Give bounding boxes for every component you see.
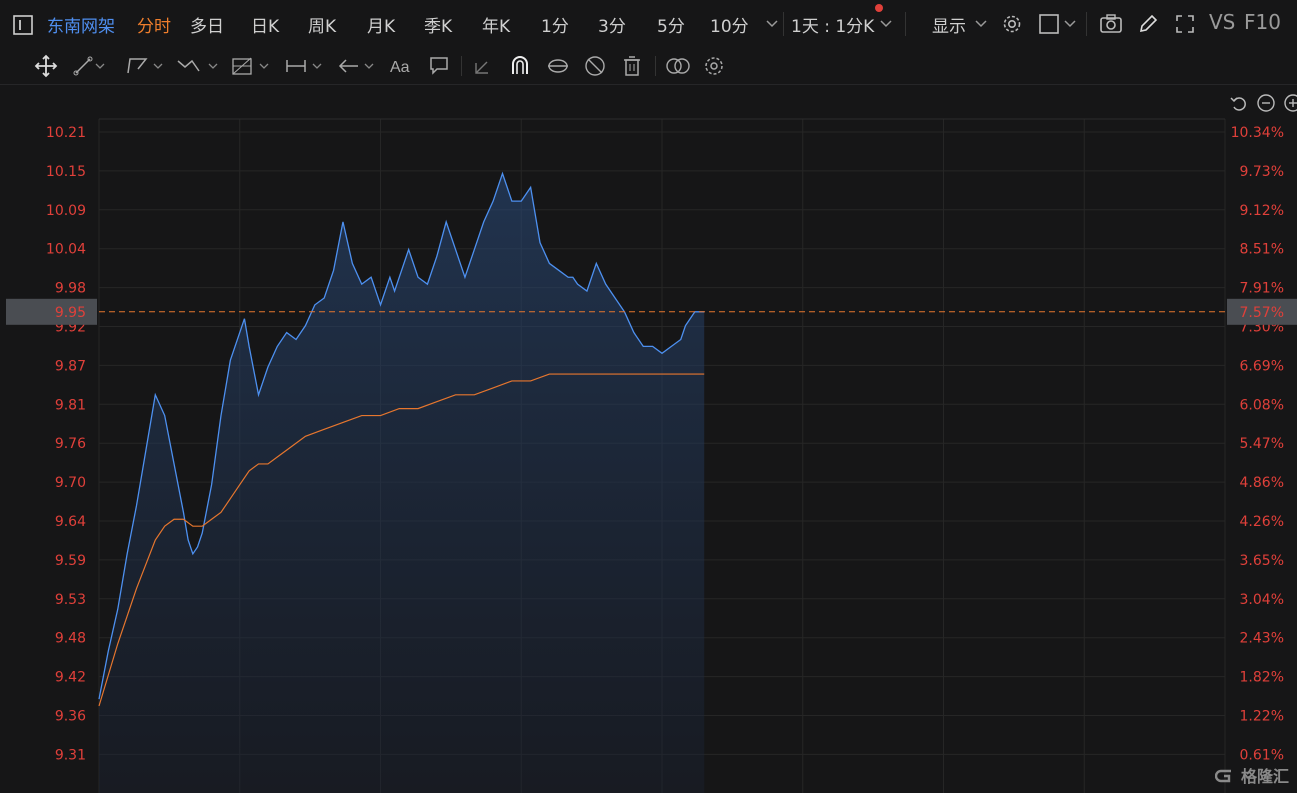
- tab-intraday[interactable]: 分时: [137, 12, 171, 37]
- tab-multiday[interactable]: 多日: [190, 12, 224, 37]
- tab-weekly-k[interactable]: 周K: [308, 12, 336, 37]
- y-tick-label-left: 9.70: [55, 475, 86, 491]
- tab-3min[interactable]: 3分: [598, 12, 626, 37]
- camera-icon[interactable]: [1099, 13, 1123, 35]
- y-tick-label-left: 9.53: [55, 592, 86, 608]
- text-tool-icon[interactable]: Aa: [388, 55, 416, 77]
- angle-tool-icon[interactable]: [472, 55, 494, 77]
- y-tick-label-left: 9.42: [55, 670, 86, 686]
- y-tick-label-right: 8.51%: [1240, 242, 1284, 258]
- y-tick-label-right: 6.08%: [1240, 397, 1284, 413]
- y-tick-label-left: 9.59: [55, 553, 86, 569]
- y-tick-label-left: 9.36: [55, 709, 86, 725]
- chevron-down-icon[interactable]: [879, 18, 893, 30]
- magnet-icon[interactable]: [509, 54, 531, 78]
- chevron-down-icon[interactable]: [1063, 18, 1077, 30]
- drawing-toolbar: Aa: [0, 48, 1297, 85]
- y-tick-label-right: 4.86%: [1240, 475, 1284, 491]
- chart-area[interactable]: 10.21 10.15 10.09 10.04 9.98 9.92 9.87 9.81 9.76…: [0, 85, 1297, 793]
- tab-yearly-k[interactable]: 年K: [482, 12, 510, 37]
- gear-icon[interactable]: [1000, 12, 1024, 36]
- y-tick-label-right: 1.82%: [1240, 670, 1284, 686]
- pencil-icon[interactable]: [1137, 13, 1159, 35]
- compare-icon[interactable]: [664, 55, 692, 77]
- toolbar-divider: [783, 12, 784, 36]
- sidebar-toggle-icon[interactable]: [12, 14, 34, 36]
- chart-settings-gear-icon[interactable]: [702, 54, 726, 78]
- lock-drawings-icon[interactable]: [546, 54, 570, 78]
- y-tick-label-left: 9.98: [55, 281, 86, 297]
- svg-text:Aa: Aa: [390, 59, 410, 76]
- toolbar-divider: [461, 56, 462, 76]
- chevron-down-icon[interactable]: [765, 18, 779, 30]
- watermark-text: 格隆汇: [1240, 767, 1289, 786]
- toolbar-divider: [1086, 12, 1087, 36]
- y-tick-label-left: 9.76: [55, 436, 86, 452]
- crosshair-pct-label: 7.57%: [1240, 305, 1284, 321]
- display-menu[interactable]: 显示: [932, 12, 966, 37]
- y-tick-label-right: 7.91%: [1240, 281, 1284, 297]
- chevron-down-icon[interactable]: [974, 18, 988, 30]
- f10-button[interactable]: F10: [1244, 10, 1281, 34]
- hide-drawings-icon[interactable]: [583, 54, 607, 78]
- tab-5min[interactable]: 5分: [657, 12, 685, 37]
- stock-name[interactable]: 东南网架: [47, 12, 115, 37]
- y-tick-label-right: 4.26%: [1240, 514, 1284, 530]
- y-tick-label-right: 1.22%: [1240, 709, 1284, 725]
- brand-logo-icon: [1215, 769, 1232, 783]
- y-tick-label-right: 2.43%: [1240, 631, 1284, 647]
- tab-monthly-k[interactable]: 月K: [367, 12, 395, 37]
- arrow-left-icon[interactable]: [337, 55, 381, 77]
- fibonacci-tool-icon[interactable]: [230, 54, 272, 78]
- y-tick-label-left: 10.15: [46, 164, 86, 180]
- fullscreen-icon[interactable]: [1174, 13, 1196, 35]
- tab-10min[interactable]: 10分: [710, 12, 749, 37]
- y-tick-label-right: 6.69%: [1240, 358, 1284, 374]
- tab-daily-k[interactable]: 日K: [251, 12, 279, 37]
- line-tool-icon[interactable]: [72, 55, 106, 77]
- y-tick-label-left: 9.81: [55, 397, 86, 413]
- period-select[interactable]: 1天 : 1分K: [791, 12, 874, 37]
- measure-tool-icon[interactable]: [283, 55, 327, 77]
- wave-tool-icon[interactable]: [175, 55, 221, 77]
- notification-dot-icon: [875, 4, 883, 12]
- y-tick-label-right: 9.12%: [1240, 203, 1284, 219]
- y-tick-label-right: 0.61%: [1240, 747, 1284, 763]
- watermark-logo: 格隆汇: [1215, 763, 1289, 787]
- y-tick-label-left: 10.04: [46, 242, 86, 258]
- comment-icon[interactable]: [428, 55, 450, 77]
- y-tick-label-right: 5.47%: [1240, 436, 1284, 452]
- y-tick-label-left: 9.31: [55, 747, 86, 763]
- top-bar: 东南网架 分时 多日 日K 周K 月K 季K 年K 1分 3分 5分 10分 1…: [0, 0, 1297, 49]
- crosshair-price-label: 9.95: [55, 305, 86, 321]
- y-tick-label-left: 9.48: [55, 631, 86, 647]
- toolbar-divider: [655, 56, 656, 76]
- move-icon[interactable]: [34, 54, 58, 78]
- channel-tool-icon[interactable]: [124, 55, 166, 77]
- tab-quarterly-k[interactable]: 季K: [424, 12, 452, 37]
- y-tick-label-left: 10.21: [46, 125, 86, 141]
- y-tick-label-left: 9.64: [55, 514, 86, 530]
- y-tick-label-right: 9.73%: [1240, 164, 1284, 180]
- price-area-fill: [99, 173, 705, 793]
- y-tick-label-left: 9.87: [55, 358, 86, 374]
- y-tick-label-left: 10.09: [46, 203, 86, 219]
- trash-icon[interactable]: [621, 54, 643, 78]
- toolbar-divider: [905, 12, 906, 36]
- y-tick-label-right: 10.34%: [1231, 125, 1284, 141]
- y-tick-label-right: 3.04%: [1240, 592, 1284, 608]
- tab-1min[interactable]: 1分: [541, 12, 569, 37]
- intraday-chart[interactable]: 10.2110.1510.0910.049.989.929.879.819.76…: [0, 85, 1297, 793]
- square-style-icon[interactable]: [1038, 13, 1060, 35]
- vs-button[interactable]: VS: [1209, 10, 1235, 34]
- y-tick-label-right: 3.65%: [1240, 553, 1284, 569]
